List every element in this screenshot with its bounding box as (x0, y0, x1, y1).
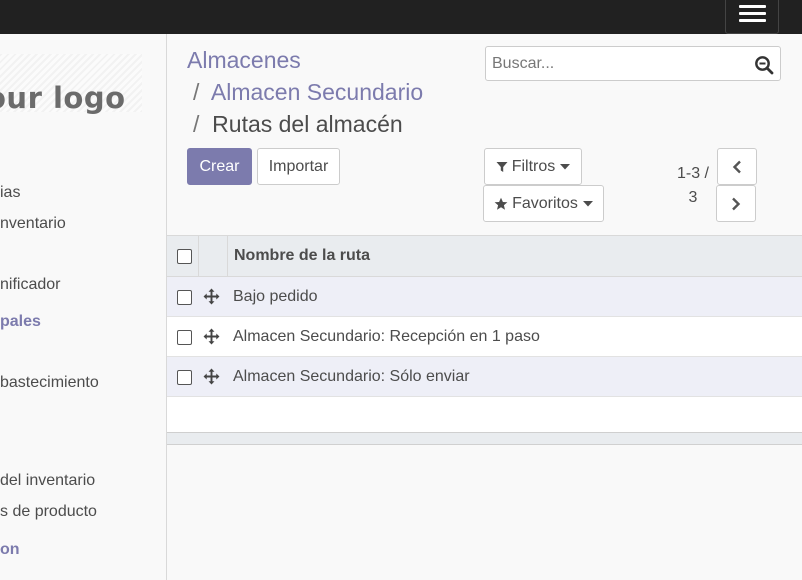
table-row[interactable]: Almacen Secundario: Sólo enviar (167, 357, 802, 397)
hamburger-menu-button[interactable] (725, 0, 779, 34)
breadcrumb-level-3: / Rutas del almacén (193, 111, 403, 138)
sidebar-item-5[interactable]: del inventario (0, 472, 95, 490)
column-divider (227, 236, 228, 276)
favorites-label: Favoritos (512, 194, 578, 212)
search-box (485, 46, 781, 81)
pager-next-button[interactable] (716, 185, 756, 222)
import-button[interactable]: Importar (257, 148, 340, 185)
route-name: Bajo pedido (233, 288, 318, 305)
sidebar-item-6[interactable]: s de producto (0, 503, 97, 521)
hamburger-bar (739, 19, 766, 22)
drag-handle-icon[interactable] (203, 288, 220, 305)
logo-text: our logo (0, 81, 126, 115)
pager-previous-button[interactable] (717, 148, 757, 185)
table-row[interactable]: Almacen Secundario: Recepción en 1 paso (167, 317, 802, 357)
breadcrumb-level-2: / Almacen Secundario (193, 79, 423, 106)
breadcrumb-separator: / (193, 111, 200, 137)
company-logo: our logo (0, 54, 142, 115)
top-navbar (0, 0, 802, 34)
column-header-route-name[interactable]: Nombre de la ruta (234, 247, 370, 265)
search-icon[interactable] (754, 55, 774, 75)
caret-down-icon (582, 200, 593, 206)
favorites-dropdown[interactable]: Favoritos (483, 185, 604, 222)
table-row[interactable]: Bajo pedido (167, 277, 802, 317)
chevron-right-icon (732, 197, 741, 210)
row-checkbox[interactable] (177, 370, 192, 385)
breadcrumb-almacenes[interactable]: Almacenes (187, 47, 301, 74)
hamburger-menu-icon (739, 5, 766, 8)
filter-icon (496, 161, 508, 172)
sidebar-section-header: pales (0, 313, 41, 330)
route-name: Almacen Secundario: Recepción en 1 paso (233, 328, 540, 345)
breadcrumb-almacen-secundario[interactable]: Almacen Secundario (211, 79, 423, 105)
hamburger-bar (739, 12, 766, 15)
breadcrumb-separator: / (193, 79, 200, 105)
select-all-checkbox[interactable] (177, 249, 192, 264)
search-input[interactable] (492, 51, 747, 76)
star-icon (494, 197, 508, 210)
sidebar-item-3[interactable]: nificador (0, 276, 60, 294)
filters-label: Filtros (511, 157, 556, 175)
sidebar-item-2[interactable]: nventario (0, 215, 66, 233)
table-header: Nombre de la ruta (167, 235, 802, 277)
main-content: Almacenes / Almacen Secundario / Rutas d… (167, 34, 802, 580)
sidebar-item-1[interactable]: ias (0, 184, 20, 202)
chevron-left-icon (732, 160, 741, 173)
page-title: Rutas del almacén (212, 111, 403, 137)
sidebar-section-header-2: on (0, 541, 20, 558)
column-divider (198, 236, 199, 276)
caret-down-icon (560, 163, 571, 169)
drag-handle-icon[interactable] (203, 368, 220, 385)
app-sidebar: our logo ias nventario nificador pales b… (0, 34, 167, 580)
drag-handle-icon[interactable] (203, 328, 220, 345)
create-button[interactable]: Crear (187, 148, 252, 185)
route-name: Almacen Secundario: Sólo enviar (233, 368, 470, 385)
row-checkbox[interactable] (177, 290, 192, 305)
row-checkbox[interactable] (177, 330, 192, 345)
filters-dropdown[interactable]: Filtros (484, 148, 582, 185)
table-empty-row (167, 397, 802, 433)
sidebar-item-4[interactable]: bastecimiento (0, 374, 99, 392)
table-footer (167, 433, 802, 445)
